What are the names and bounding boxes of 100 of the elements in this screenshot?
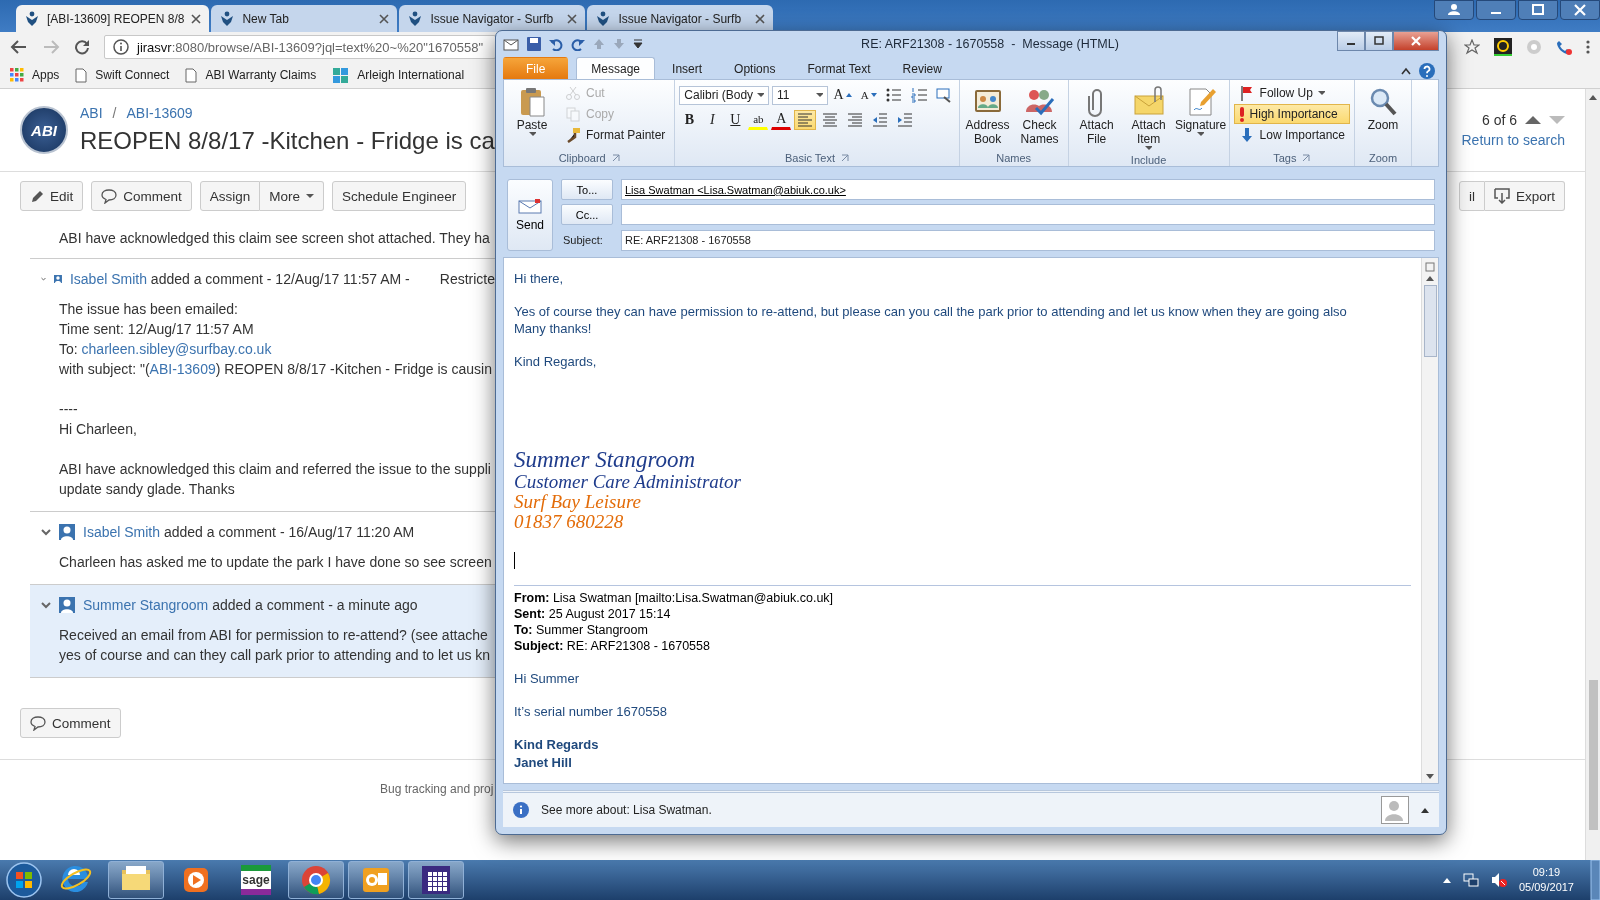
toolbar-button[interactable]: Schedule Engineer — [332, 181, 467, 211]
collapse-chevron-icon[interactable] — [41, 528, 51, 536]
taskbar-button[interactable]: sage — [228, 861, 284, 899]
collapse-chevron-icon[interactable] — [41, 601, 51, 609]
taskbar-button[interactable] — [408, 861, 464, 899]
edit-button[interactable]: Edit — [20, 181, 84, 211]
mail-app-icon[interactable] — [503, 36, 519, 52]
scrollbar[interactable] — [1421, 258, 1438, 783]
clock[interactable]: 09:19 05/09/2017 — [1518, 865, 1574, 895]
comment-button[interactable]: Comment — [20, 708, 121, 738]
address-bar[interactable]: jirasvr:8080/browse/ABI-13609?jql=text%20~%20"1670558" — [104, 35, 496, 59]
author-link[interactable]: Isabel Smith — [83, 524, 161, 540]
followup-button[interactable]: Follow Up — [1233, 83, 1350, 103]
bookmark[interactable]: ABI Warranty Claims — [185, 67, 317, 83]
taskbar-button[interactable] — [348, 861, 404, 899]
browser-tab[interactable]: [ABI-13609] REOPEN 8/8 — [16, 5, 210, 32]
return-to-search-link[interactable]: Return to search — [1461, 132, 1565, 148]
previous-arrow-icon[interactable] — [1525, 115, 1541, 125]
cc-field[interactable] — [621, 204, 1435, 226]
bold-button[interactable]: B — [679, 110, 700, 130]
profile-icon[interactable] — [1447, 3, 1461, 17]
redo-icon[interactable] — [571, 37, 585, 51]
addressbook-button[interactable]: Address Book — [963, 83, 1012, 149]
low-button[interactable]: Low Importance — [1233, 125, 1350, 145]
scroll-up-icon[interactable] — [1426, 276, 1434, 281]
save-icon[interactable] — [527, 37, 541, 51]
signature-button[interactable]: Signature — [1176, 83, 1225, 139]
customize-icon[interactable] — [633, 39, 643, 49]
more-button[interactable]: More — [260, 181, 325, 211]
attachitem-button[interactable]: Attach Item — [1124, 83, 1173, 153]
bookmark[interactable]: Arleigh International — [332, 66, 465, 84]
cc-button[interactable]: Cc... — [561, 204, 613, 226]
close-icon[interactable] — [191, 13, 202, 24]
menu-icon[interactable] — [1586, 39, 1590, 55]
zoom-button[interactable]: Zoom — [1359, 83, 1407, 135]
scrollbar-thumb[interactable] — [1588, 680, 1598, 830]
start-button-icon[interactable] — [4, 861, 44, 899]
close-icon[interactable] — [755, 13, 766, 24]
grow-button[interactable]: A — [830, 85, 855, 105]
highlight-button[interactable]: ab — [748, 110, 769, 130]
alignleft-button[interactable] — [794, 110, 817, 130]
paste-button[interactable]: Paste — [508, 83, 556, 139]
undo-icon[interactable] — [549, 37, 563, 51]
help-icon[interactable] — [1419, 63, 1435, 79]
email-link[interactable]: ABI-13609 — [149, 361, 216, 377]
send-button[interactable]: Send — [507, 179, 553, 251]
author-link[interactable]: Summer Stangroom — [83, 597, 209, 613]
browser-tab[interactable]: Issue Navigator - Surfb — [399, 5, 586, 32]
attach-button[interactable]: Attach File — [1072, 83, 1121, 149]
to-field[interactable]: Lisa Swatman <Lisa.Swatman@abiuk.co.uk> — [621, 179, 1435, 201]
maximize-icon[interactable] — [1373, 35, 1385, 47]
bookmark[interactable]: Swift Connect — [75, 67, 170, 83]
speaker-muted-icon[interactable] — [1490, 872, 1507, 888]
ribbon-tab[interactable]: Review — [887, 57, 957, 79]
shrink-button[interactable]: A — [857, 85, 880, 105]
star-icon[interactable] — [1464, 39, 1480, 55]
taskbar-button[interactable] — [288, 861, 344, 899]
ribbon-tab[interactable]: Insert — [657, 57, 718, 79]
scrollbar[interactable] — [1585, 89, 1600, 860]
show-hidden-icons[interactable] — [1442, 877, 1451, 883]
underline-button[interactable]: U — [725, 110, 746, 130]
comment-button[interactable]: Comment — [91, 181, 192, 211]
scrollbar-thumb[interactable] — [1423, 285, 1437, 357]
breadcrumb-link[interactable]: ABI — [80, 105, 103, 121]
font-dropdown[interactable]: Calibri (Body — [679, 85, 770, 105]
author-link[interactable]: Isabel Smith — [69, 271, 147, 287]
ribbon-tab[interactable]: Format Text — [792, 57, 886, 79]
maximize-icon[interactable] — [1531, 3, 1545, 17]
font-size-dropdown[interactable]: 11 — [772, 85, 828, 105]
italic-button[interactable]: I — [702, 110, 723, 130]
close-icon[interactable] — [567, 13, 578, 24]
export-button[interactable]: Export — [1484, 181, 1565, 211]
email-link[interactable]: charleen.sibley@surfbay.co.uk — [81, 341, 272, 357]
breadcrumb-link[interactable]: ABI-13609 — [126, 105, 193, 121]
fontcolor-button[interactable]: A — [771, 110, 792, 130]
high-button[interactable]: High Importance — [1233, 104, 1350, 124]
shield-icon[interactable] — [1494, 38, 1512, 56]
ribbon-tab[interactable]: Options — [719, 57, 791, 79]
ribbon-tab[interactable]: Message — [576, 57, 656, 79]
reload-icon[interactable] — [74, 39, 90, 55]
painter-button[interactable]: Format Painter — [560, 125, 671, 145]
close-icon[interactable] — [379, 13, 390, 24]
subject-field[interactable]: RE: ARF21308 - 1670558 — [621, 229, 1435, 251]
toolbar-button[interactable]: il — [1458, 181, 1485, 211]
browser-tab[interactable]: New Tab — [211, 5, 398, 32]
scroll-down-icon[interactable] — [1426, 774, 1434, 779]
collapse-ribbon-icon[interactable] — [1401, 67, 1411, 75]
bookmark[interactable]: Apps — [10, 68, 60, 82]
checknames-button[interactable]: Check Names — [1015, 83, 1064, 149]
browser-tab[interactable]: Issue Navigator - Surfb — [587, 5, 774, 32]
to-button[interactable]: To... — [561, 179, 613, 201]
back-icon[interactable] — [10, 39, 28, 55]
taskbar-button[interactable] — [108, 861, 164, 899]
dialog-launcher-icon[interactable] — [611, 154, 620, 162]
dialog-launcher-icon[interactable] — [840, 154, 849, 162]
dialog-launcher-icon[interactable] — [1302, 154, 1311, 162]
toolbar-button[interactable]: Assign — [199, 181, 261, 211]
expand-icon[interactable] — [1421, 807, 1429, 813]
phone-icon[interactable] — [1556, 39, 1572, 55]
network-icon[interactable] — [1462, 872, 1479, 888]
